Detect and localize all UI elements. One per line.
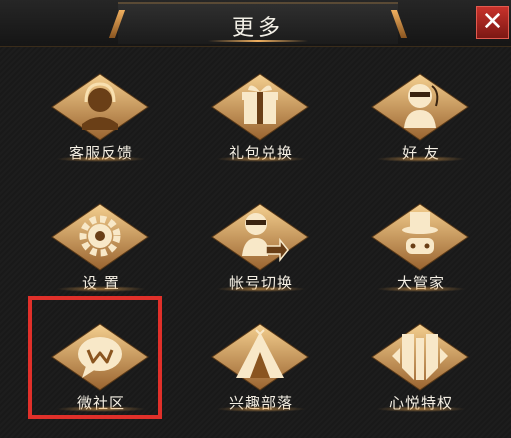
label-glow (216, 156, 306, 162)
label-glow (56, 286, 146, 292)
customer-service-headset-icon (51, 73, 149, 141)
butler-tophat-icon (371, 203, 469, 271)
account-switch-icon (211, 203, 309, 271)
menu-item-friends[interactable]: 好 友 (356, 64, 486, 174)
label-glow (216, 286, 306, 292)
label-glow (56, 156, 146, 162)
label-glow (376, 156, 466, 162)
privilege-emblem-icon (371, 323, 469, 391)
label-glow (376, 286, 466, 292)
page-title: 更多 (231, 16, 284, 41)
title-plate: 更多 (118, 2, 398, 44)
menu-item-butler[interactable]: 大管家 (356, 194, 486, 304)
close-button[interactable]: ✕ (476, 6, 509, 39)
label-glow (216, 406, 306, 412)
menu-item-interest-tribe[interactable]: 兴趣部落 (196, 314, 326, 424)
menu-item-privilege[interactable]: 心悦特权 (356, 314, 486, 424)
menu-item-account-switch[interactable]: 帐号切换 (196, 194, 326, 304)
label-glow (376, 406, 466, 412)
selection-highlight (28, 296, 162, 419)
menu-item-gift-redeem[interactable]: 礼包兑换 (196, 64, 326, 174)
menu-item-settings[interactable]: 设 置 (36, 194, 166, 304)
title-underline (208, 40, 308, 42)
title-bar: 更多 ✕ (0, 0, 511, 47)
friend-figure-icon (371, 73, 469, 141)
menu-item-customer-service[interactable]: 客服反馈 (36, 64, 166, 174)
gift-box-icon (211, 73, 309, 141)
tribe-tent-icon (211, 323, 309, 391)
gear-icon (51, 203, 149, 271)
